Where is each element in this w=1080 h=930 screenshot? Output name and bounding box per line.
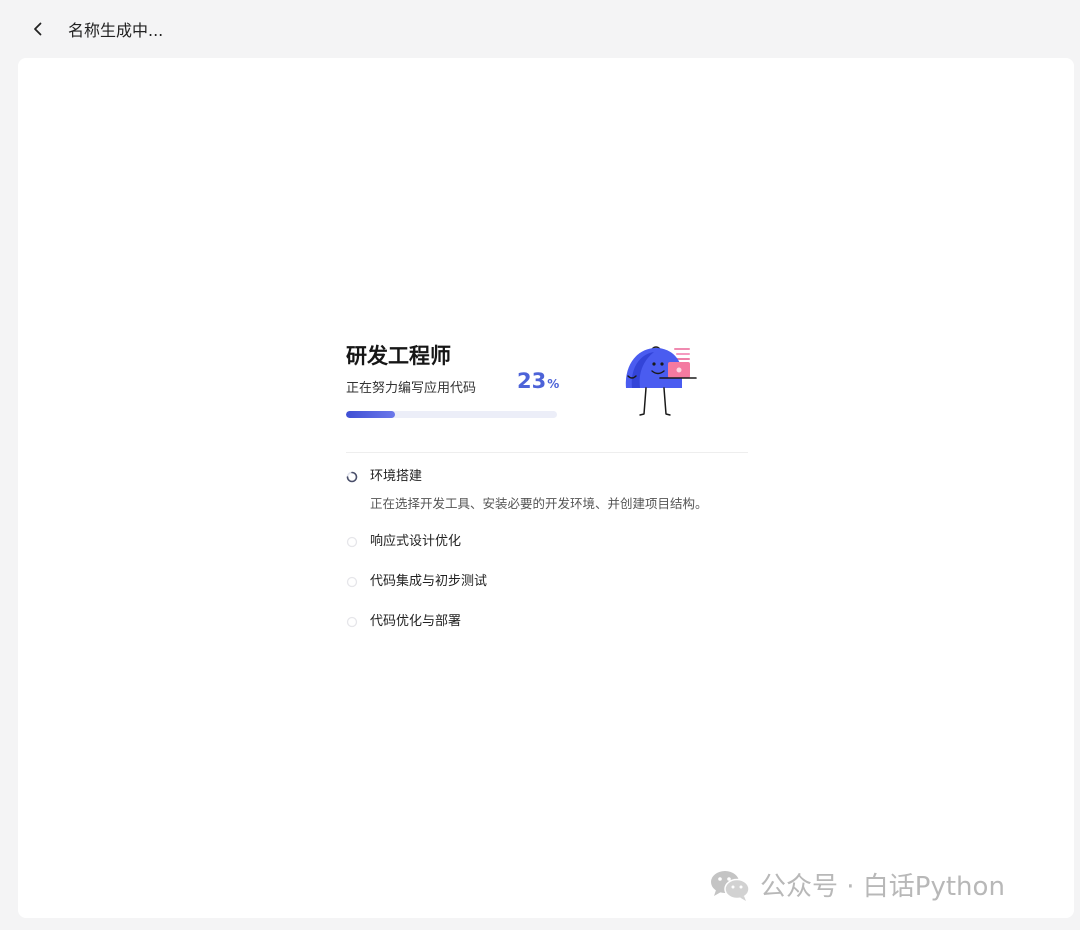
divider [346,452,748,453]
progress-percent-value: 23 [517,369,547,393]
step-label: 代码集成与初步测试 [370,574,488,589]
page-title: 名称生成中... [68,21,164,40]
step-label: 响应式设计优化 [370,534,462,549]
pending-circle-icon [346,536,358,548]
progress-percent-symbol: % [547,377,560,391]
step-label: 环境搭建 [370,469,423,484]
watermark: 公众号 · 白话Python [710,866,1005,903]
role-title: 研发工程师 [346,344,451,368]
watermark-text: 公众号 · 白话Python [760,872,1005,902]
step-label: 代码优化与部署 [370,614,462,629]
step-item-code-integration: 代码集成与初步测试 [346,573,748,593]
main-card: 研发工程师 正在努力编写应用代码 23% 环境搭建 正在选择开发工具、安装必要的… [18,58,1074,918]
step-item-responsive-design: 响应式设计优化 [346,533,748,553]
progress-bar-fill [346,411,395,418]
progress-percent: 23% [517,369,559,393]
mascot-illustration [625,346,697,416]
step-item-code-optimization: 代码优化与部署 [346,613,748,633]
chevron-left-icon [34,22,42,36]
back-button[interactable] [18,9,58,49]
pending-circle-icon [346,576,358,588]
step-item-environment-setup: 环境搭建 正在选择开发工具、安装必要的开发环境、并创建项目结构。 [346,468,748,513]
role-status-text: 正在努力编写应用代码 [346,381,477,396]
step-description: 正在选择开发工具、安装必要的开发环境、并创建项目结构。 [370,496,708,511]
wechat-icon [711,870,750,901]
pending-circle-icon [346,616,358,628]
top-bar: 名称生成中... [0,0,1080,58]
loading-spinner-icon [346,471,358,483]
step-list: 环境搭建 正在选择开发工具、安装必要的开发环境、并创建项目结构。 响应式设计优化… [346,468,748,633]
progress-bar [346,411,557,418]
